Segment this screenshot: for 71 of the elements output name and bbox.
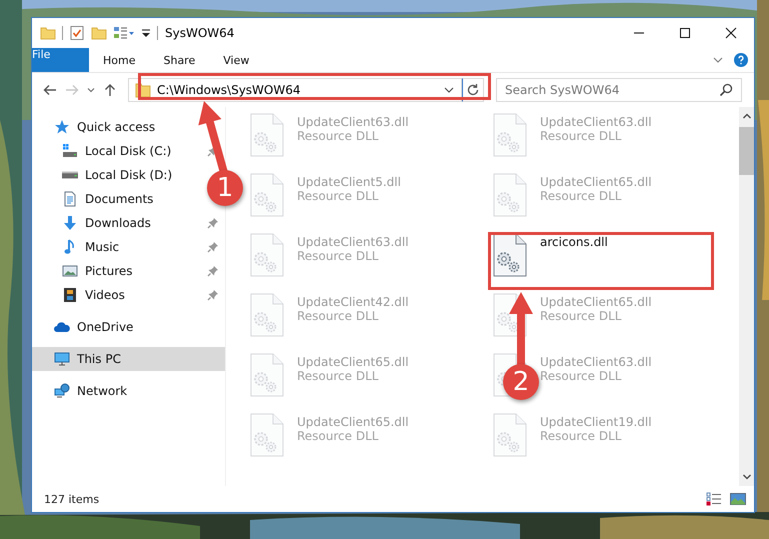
ribbon-tab[interactable]: Home bbox=[89, 48, 150, 72]
file-tab[interactable]: File bbox=[32, 48, 89, 72]
search-field[interactable]: Search SysWOW64 bbox=[496, 78, 742, 102]
file-name: UpdateClient65.dll bbox=[540, 295, 652, 309]
file-type: Resource DLL bbox=[297, 189, 380, 203]
recent-locations-icon[interactable] bbox=[86, 85, 96, 95]
file-type: Resource DLL bbox=[540, 369, 622, 383]
file-name: UpdateClient63.dll bbox=[540, 355, 652, 369]
nav-item[interactable]: This PC bbox=[32, 347, 225, 371]
file-type: Resource DLL bbox=[540, 309, 622, 323]
nav-item[interactable]: Local Disk (D:) bbox=[32, 163, 178, 187]
address-field[interactable]: C:\Windows\SysWOW64 bbox=[128, 78, 462, 102]
file-name: UpdateClient19.dll bbox=[540, 415, 652, 429]
pin-icon[interactable] bbox=[207, 241, 219, 253]
maximize-icon bbox=[679, 27, 691, 39]
file-name: UpdateClient5.dll bbox=[297, 175, 401, 189]
close-icon bbox=[725, 27, 737, 39]
file-name: UpdateClient63.dll bbox=[540, 115, 652, 129]
nav-item[interactable]: Network bbox=[32, 379, 225, 403]
scrollbar[interactable] bbox=[739, 107, 754, 486]
pin-icon[interactable] bbox=[207, 217, 219, 229]
drive-icon bbox=[62, 143, 78, 159]
file-name: arcicons.dll bbox=[540, 235, 608, 249]
picture-frame-icon bbox=[62, 263, 78, 279]
nav-item[interactable]: Quick access bbox=[32, 115, 225, 139]
file-name: UpdateClient42.dll bbox=[297, 295, 409, 309]
help-icon[interactable] bbox=[734, 53, 748, 67]
refresh-icon bbox=[466, 83, 480, 97]
file-name: UpdateClient65.dll bbox=[540, 175, 652, 189]
item-count: 127 items bbox=[44, 492, 100, 506]
document-icon bbox=[62, 191, 78, 207]
file-type: Resource DLL bbox=[297, 249, 380, 263]
nav-item[interactable]: Music bbox=[32, 235, 225, 259]
address-path: C:\Windows\SysWOW64 bbox=[157, 83, 302, 97]
nav-item[interactable]: Downloads bbox=[32, 211, 225, 235]
file-name: UpdateClient63.dll bbox=[297, 115, 409, 129]
file-type: Resource DLL bbox=[297, 429, 380, 443]
film-strip-icon bbox=[62, 287, 78, 303]
window-title: SysWOW64 bbox=[165, 26, 234, 40]
file-type: Resource DLL bbox=[297, 129, 380, 143]
nav-item[interactable]: OneDrive bbox=[32, 315, 225, 339]
file-name: UpdateClient65.dll bbox=[297, 415, 409, 429]
ribbon-tab[interactable]: View bbox=[209, 48, 264, 72]
star-icon bbox=[54, 119, 70, 135]
nav-item[interactable]: Pictures bbox=[32, 259, 225, 283]
scroll-down-icon[interactable] bbox=[742, 472, 752, 482]
search-icon[interactable] bbox=[719, 83, 733, 97]
scroll-up-icon[interactable] bbox=[742, 111, 752, 121]
customize-caret-icon[interactable] bbox=[141, 28, 151, 38]
file-type: Resource DLL bbox=[297, 309, 380, 323]
pin-icon[interactable] bbox=[207, 265, 219, 277]
large-icons-view-icon[interactable] bbox=[730, 492, 746, 506]
file-type: Resource DLL bbox=[540, 189, 622, 203]
file-name: UpdateClient65.dll bbox=[297, 355, 409, 369]
nav-item[interactable]: Documents bbox=[32, 187, 160, 211]
file-type: Resource DLL bbox=[297, 369, 380, 383]
view-options-icon[interactable] bbox=[113, 25, 135, 41]
nav-item[interactable]: Videos bbox=[32, 283, 225, 307]
file-type: Resource DLL bbox=[540, 129, 622, 143]
pin-icon[interactable] bbox=[207, 289, 219, 301]
monitor-icon bbox=[54, 351, 70, 367]
dll-file-icon[interactable] bbox=[493, 233, 527, 277]
scrollbar-thumb[interactable] bbox=[739, 127, 754, 175]
network-icon bbox=[54, 383, 70, 399]
file-name: UpdateClient63.dll bbox=[297, 235, 409, 249]
ribbon-tab[interactable]: Share bbox=[149, 48, 210, 72]
details-view-icon[interactable] bbox=[706, 492, 722, 506]
download-arrow-icon bbox=[62, 215, 78, 231]
nav-item[interactable]: Local Disk (C:) bbox=[32, 139, 225, 163]
properties-icon[interactable] bbox=[69, 25, 85, 41]
file-type: Resource DLL bbox=[540, 429, 622, 443]
